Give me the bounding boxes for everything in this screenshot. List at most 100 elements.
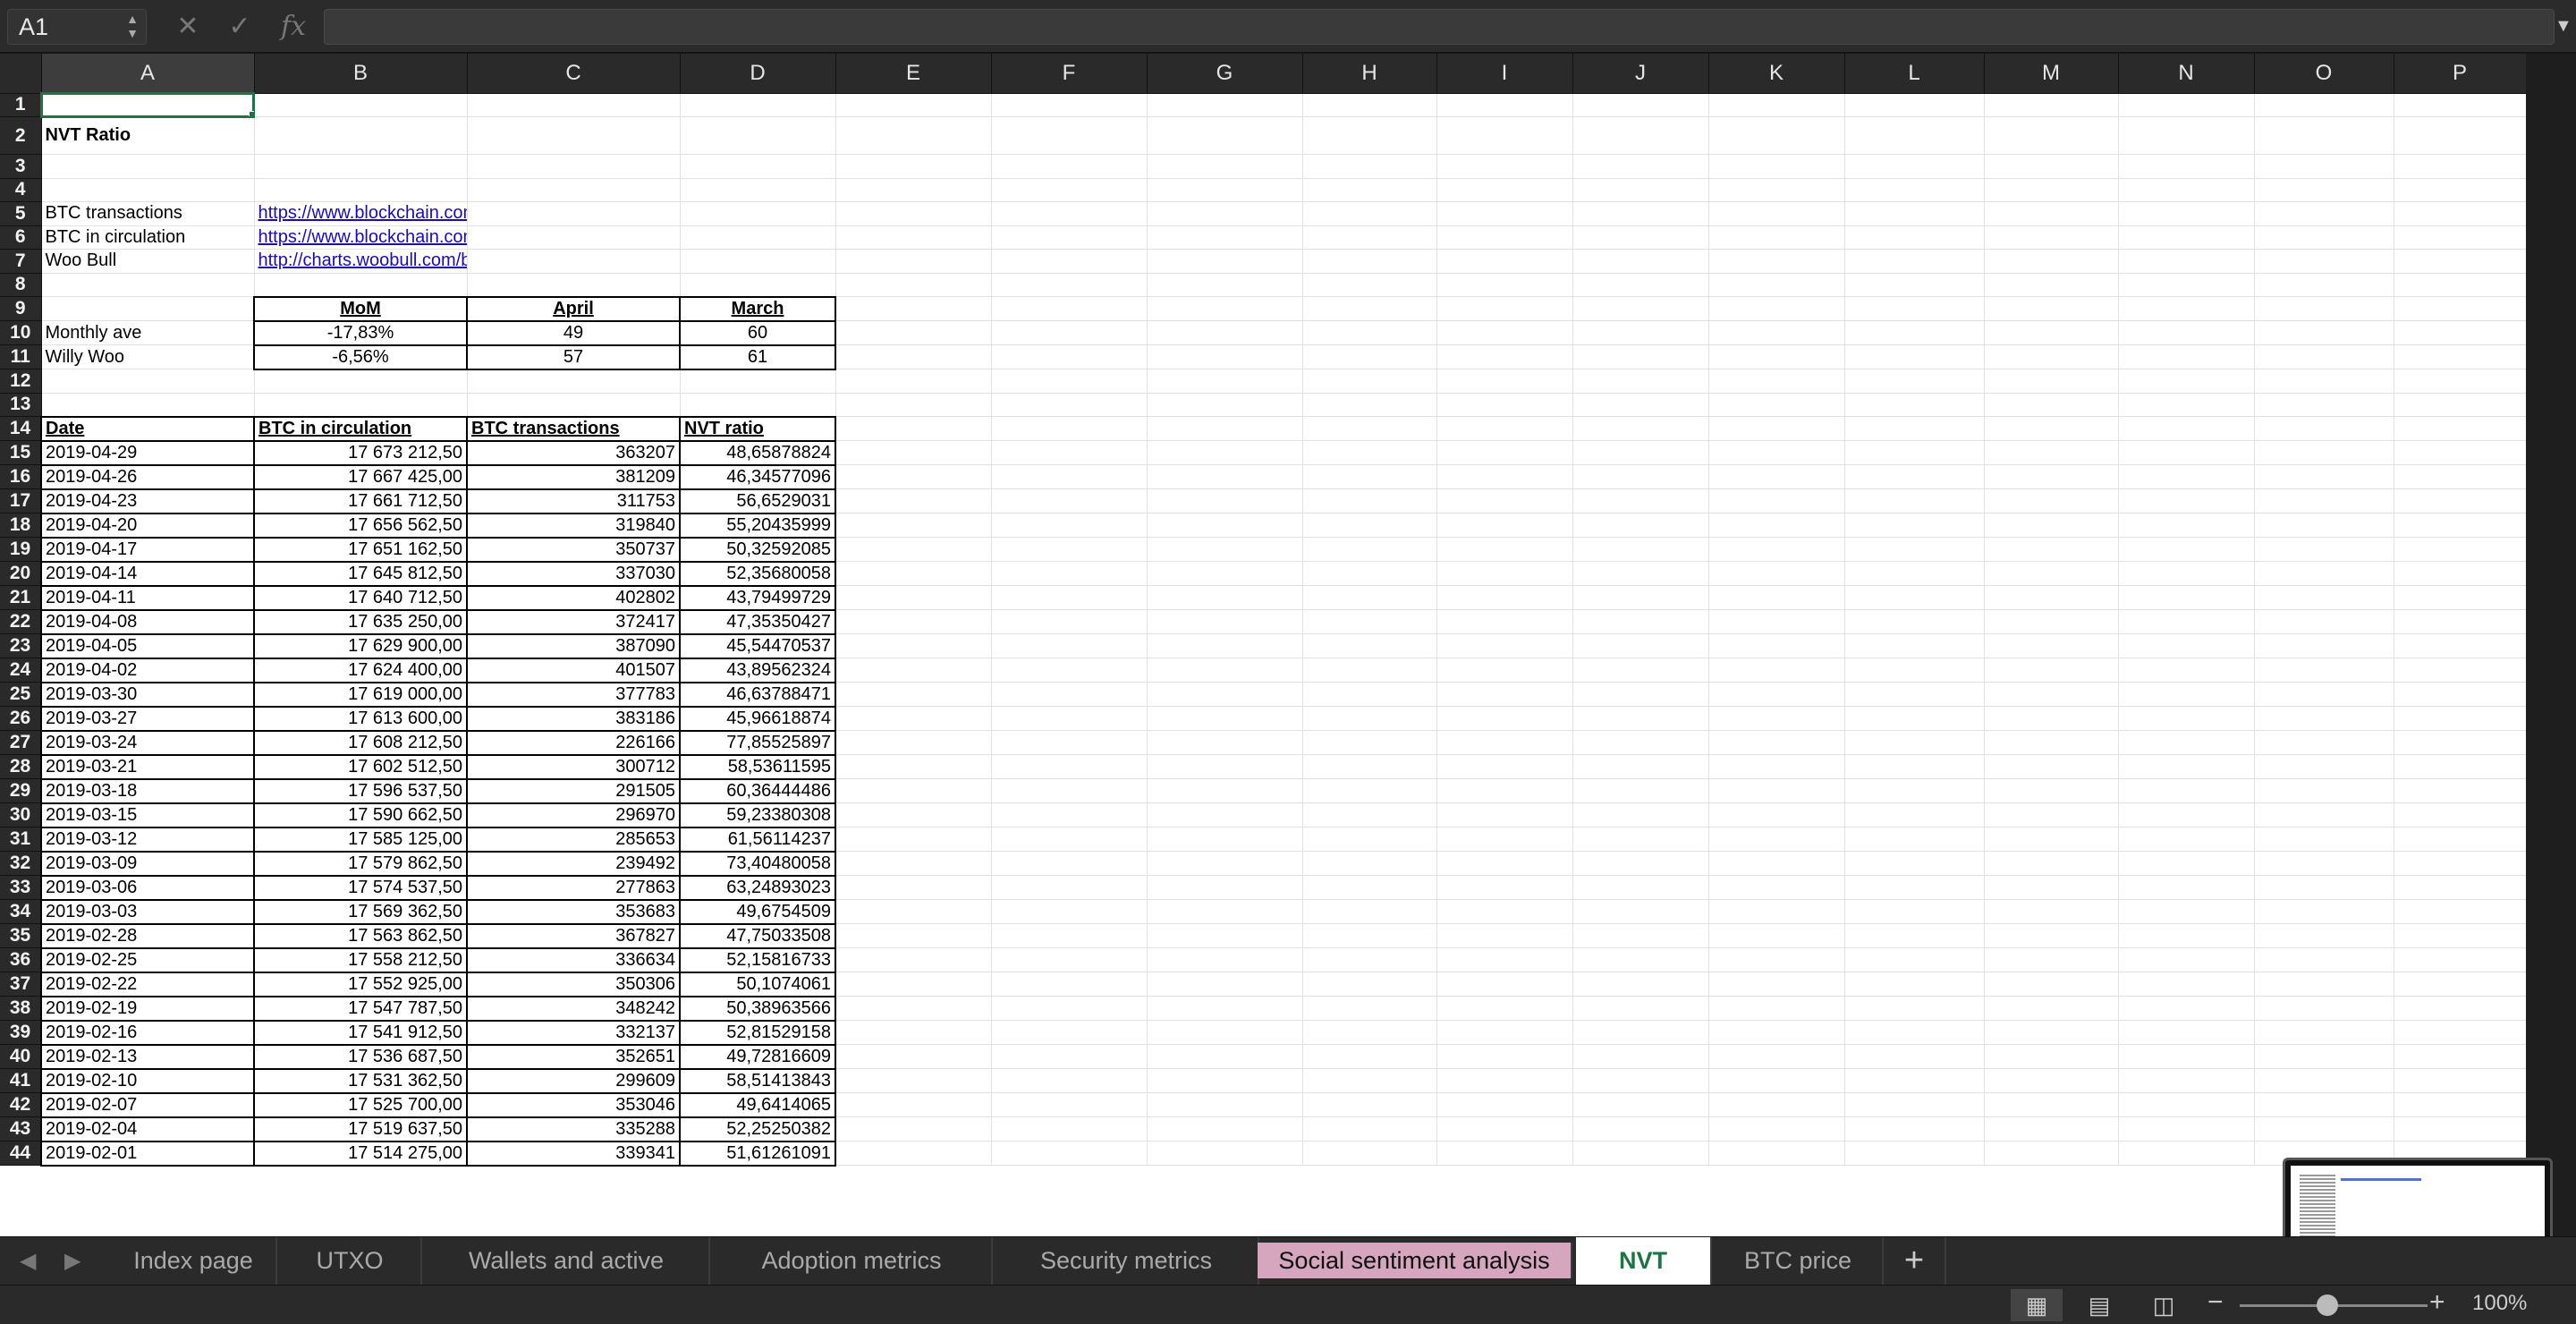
- empty-cell[interactable]: [1984, 513, 2119, 538]
- empty-cell[interactable]: [1147, 116, 1303, 155]
- empty-cell[interactable]: [2254, 513, 2394, 538]
- empty-cell[interactable]: [2394, 513, 2526, 538]
- empty-cell[interactable]: [41, 154, 255, 179]
- empty-cell[interactable]: [1436, 996, 1573, 1021]
- empty-cell[interactable]: [1984, 802, 2119, 828]
- empty-cell[interactable]: [1844, 972, 1985, 997]
- empty-cell[interactable]: [1147, 320, 1303, 345]
- empty-cell[interactable]: [835, 488, 992, 513]
- empty-cell[interactable]: [1844, 440, 1985, 465]
- empty-cell[interactable]: [1436, 249, 1573, 274]
- empty-cell[interactable]: [2394, 225, 2526, 250]
- empty-cell[interactable]: [991, 464, 1148, 489]
- empty-cell[interactable]: [2254, 972, 2394, 997]
- column-header-f[interactable]: F: [991, 54, 1148, 94]
- data-cell[interactable]: 17 608 212,50: [253, 729, 468, 756]
- empty-cell[interactable]: [1984, 1020, 2119, 1045]
- empty-cell[interactable]: [1984, 296, 2119, 321]
- empty-cell[interactable]: [1436, 296, 1573, 321]
- empty-cell[interactable]: [2254, 320, 2394, 345]
- empty-cell[interactable]: [1436, 851, 1573, 876]
- empty-cell[interactable]: [1708, 899, 1845, 924]
- data-cell[interactable]: 226166: [466, 729, 681, 756]
- empty-cell[interactable]: [1708, 488, 1845, 513]
- empty-cell[interactable]: [1436, 633, 1573, 658]
- empty-cell[interactable]: [835, 633, 992, 658]
- empty-cell[interactable]: [2254, 1116, 2394, 1142]
- zoom-level[interactable]: 100%: [2472, 1291, 2527, 1316]
- empty-cell[interactable]: [680, 369, 836, 394]
- empty-cell[interactable]: [1984, 178, 2119, 202]
- empty-cell[interactable]: [2254, 561, 2394, 586]
- empty-cell[interactable]: [467, 369, 681, 394]
- empty-cell[interactable]: [835, 178, 992, 202]
- empty-cell[interactable]: [2394, 633, 2526, 658]
- empty-cell[interactable]: [1984, 778, 2119, 803]
- row-header[interactable]: 27: [0, 730, 42, 755]
- empty-cell[interactable]: [1436, 730, 1573, 755]
- empty-cell[interactable]: [835, 393, 992, 417]
- empty-cell[interactable]: [991, 1116, 1148, 1142]
- empty-cell[interactable]: [467, 225, 681, 250]
- sheet-tab[interactable]: UTXO: [279, 1237, 422, 1286]
- empty-cell[interactable]: [2254, 249, 2394, 274]
- empty-cell[interactable]: [2254, 116, 2394, 155]
- empty-cell[interactable]: [1984, 116, 2119, 155]
- empty-cell[interactable]: [2254, 754, 2394, 779]
- empty-cell[interactable]: [1844, 802, 1985, 828]
- empty-cell[interactable]: [991, 754, 1148, 779]
- empty-cell[interactable]: [835, 875, 992, 900]
- empty-cell[interactable]: [835, 706, 992, 731]
- empty-cell[interactable]: [835, 827, 992, 852]
- empty-cell[interactable]: [1147, 1044, 1303, 1069]
- data-cell[interactable]: 285653: [466, 826, 681, 853]
- empty-cell[interactable]: [2118, 1141, 2255, 1166]
- empty-cell[interactable]: [2118, 778, 2255, 803]
- empty-cell[interactable]: [41, 296, 255, 321]
- empty-cell[interactable]: [2118, 273, 2255, 297]
- empty-cell[interactable]: [1708, 393, 1845, 417]
- empty-cell[interactable]: [1572, 658, 1709, 683]
- empty-cell[interactable]: [1302, 296, 1437, 321]
- empty-cell[interactable]: [835, 561, 992, 586]
- empty-cell[interactable]: [991, 730, 1148, 755]
- empty-cell[interactable]: [1436, 1092, 1573, 1117]
- empty-cell[interactable]: [2394, 923, 2526, 948]
- empty-cell[interactable]: [1147, 154, 1303, 179]
- empty-cell[interactable]: [1844, 537, 1985, 562]
- empty-cell[interactable]: [1708, 827, 1845, 852]
- empty-cell[interactable]: [1302, 1116, 1437, 1142]
- empty-cell[interactable]: [1302, 178, 1437, 202]
- empty-cell[interactable]: [1708, 154, 1845, 179]
- empty-cell[interactable]: [991, 923, 1148, 948]
- data-cell[interactable]: 336634: [466, 946, 681, 973]
- empty-cell[interactable]: [991, 273, 1148, 297]
- empty-cell[interactable]: [1147, 464, 1303, 489]
- empty-cell[interactable]: [467, 393, 681, 417]
- empty-cell[interactable]: [1844, 393, 1985, 417]
- empty-cell[interactable]: [2394, 1068, 2526, 1093]
- empty-cell[interactable]: [1844, 178, 1985, 202]
- data-cell[interactable]: 2019-02-22: [40, 971, 255, 997]
- column-header-c[interactable]: C: [467, 54, 681, 94]
- empty-cell[interactable]: [1708, 923, 1845, 948]
- empty-cell[interactable]: [2118, 513, 2255, 538]
- empty-cell[interactable]: [1436, 1068, 1573, 1093]
- empty-cell[interactable]: [1708, 1141, 1845, 1166]
- empty-cell[interactable]: [2254, 851, 2394, 876]
- empty-cell[interactable]: [1436, 561, 1573, 586]
- empty-cell[interactable]: [2254, 682, 2394, 707]
- empty-cell[interactable]: [835, 947, 992, 972]
- row-header[interactable]: 43: [0, 1116, 42, 1142]
- empty-cell[interactable]: [2118, 585, 2255, 610]
- empty-cell[interactable]: [254, 178, 468, 202]
- empty-cell[interactable]: [1844, 1092, 1985, 1117]
- empty-cell[interactable]: [1572, 972, 1709, 997]
- empty-cell[interactable]: [1302, 273, 1437, 297]
- formula-input[interactable]: [324, 9, 2555, 45]
- empty-cell[interactable]: [1302, 416, 1437, 441]
- row-header[interactable]: 9: [0, 296, 42, 321]
- source-link[interactable]: http://charts.woobull.com/bitcoin-nvt-ra…: [254, 249, 468, 274]
- empty-cell[interactable]: [1436, 273, 1573, 297]
- empty-cell[interactable]: [1147, 923, 1303, 948]
